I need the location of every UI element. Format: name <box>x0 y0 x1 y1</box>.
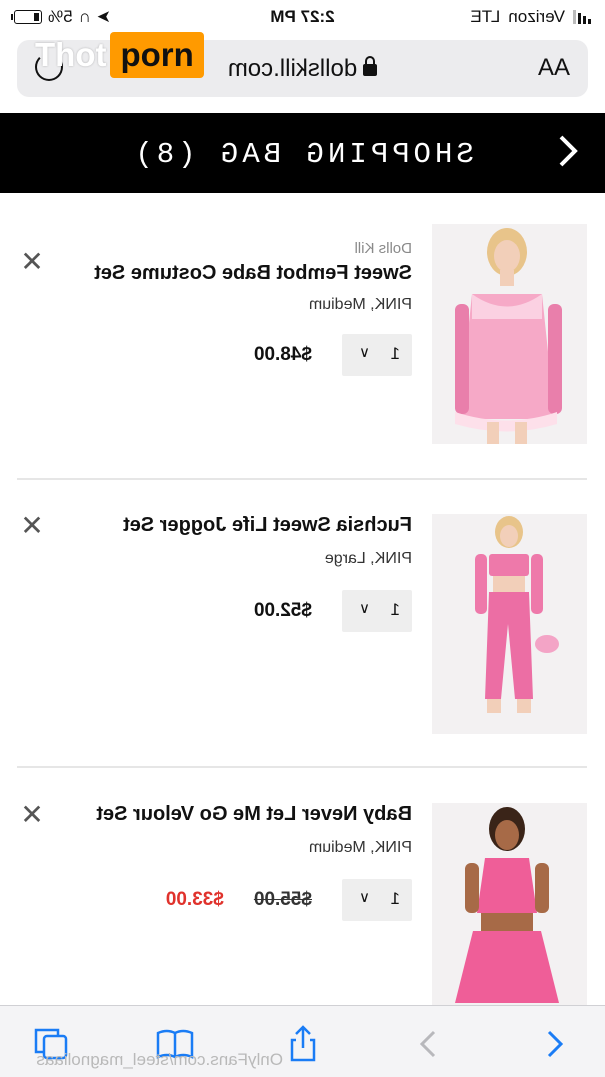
product-image[interactable] <box>432 803 587 1005</box>
product-image[interactable] <box>432 514 587 734</box>
item-name[interactable]: Fuchsia Sweet Life Jogger Set <box>123 514 412 537</box>
item-variant: PINK, Medium <box>308 839 412 856</box>
quantity-select[interactable]: 1 ∨ <box>342 334 412 376</box>
item-name[interactable]: Baby Never Let Me Go Velour Set <box>96 803 412 826</box>
chevron-right-icon <box>419 1030 436 1058</box>
chevron-down-icon: ∨ <box>359 889 370 906</box>
divider <box>17 478 587 480</box>
remove-item-button[interactable]: ✕ <box>17 799 47 831</box>
quantity-select[interactable]: 1 ∨ <box>342 590 412 632</box>
item-details: Dolls Kill Sweet Fembot Babe Costume Set… <box>17 224 412 454</box>
divider <box>17 766 587 768</box>
item-details: Baby Never Let Me Go Velour Set PINK, Me… <box>17 799 412 1033</box>
product-image[interactable] <box>432 224 587 444</box>
chevron-down-icon: ∨ <box>359 344 370 361</box>
location-icon: ➤ <box>96 7 112 26</box>
onlyfans-watermark: OnlyFans.com/steel_magnoliaas <box>36 1050 283 1069</box>
forward-nav-button[interactable] <box>410 1024 450 1064</box>
item-price: $52.00 <box>253 600 312 621</box>
logo-text-orange: porn <box>110 32 204 78</box>
mirrored-screen: Verizon LTE 2:27 PM ➤ ∩ 5% AA dollskill.… <box>0 0 605 1077</box>
logo-text-white: Thot <box>35 36 107 73</box>
sale-price: $33.00 <box>165 889 224 910</box>
item-price-group: $55.00 $33.00 <box>166 889 312 911</box>
item-name[interactable]: Sweet Fembot Babe Costume Set <box>94 262 412 285</box>
close-icon: ✕ <box>20 246 44 277</box>
item-variant: PINK, Large <box>324 550 412 567</box>
cart-item: Dolls Kill Sweet Fembot Babe Costume Set… <box>17 224 587 474</box>
quantity-value: 1 <box>390 889 400 908</box>
original-price: $55.00 <box>253 889 312 910</box>
close-icon: ✕ <box>20 799 44 830</box>
chevron-left-icon <box>547 1030 564 1058</box>
battery-icon <box>14 10 42 24</box>
item-details: Fuchsia Sweet Life Jogger Set PINK, Larg… <box>17 510 412 744</box>
back-nav-button[interactable] <box>533 1024 573 1064</box>
lock-icon <box>363 63 378 76</box>
page-title: SHOPPING BAG (8) <box>131 138 474 171</box>
item-price: $48.00 <box>253 344 312 365</box>
status-right: ➤ ∩ 5% <box>14 7 111 27</box>
status-bar: Verizon LTE 2:27 PM ➤ ∩ 5% <box>0 0 605 34</box>
quantity-select[interactable]: 1 ∨ <box>342 879 412 921</box>
page-header: SHOPPING BAG (8) <box>0 113 605 193</box>
item-brand: Dolls Kill <box>354 240 412 257</box>
remove-item-button[interactable]: ✕ <box>17 246 47 278</box>
chevron-down-icon: ∨ <box>359 600 370 617</box>
domain-text: dollskill.com <box>227 55 358 82</box>
cart-item: Fuchsia Sweet Life Jogger Set PINK, Larg… <box>17 510 587 764</box>
share-icon <box>290 1025 316 1062</box>
headphones-icon: ∩ <box>78 7 91 26</box>
quantity-value: 1 <box>390 600 400 619</box>
thotporn-logo-watermark: Thot porn <box>35 30 204 80</box>
share-button[interactable] <box>283 1024 323 1064</box>
item-variant: PINK, Medium <box>308 296 412 313</box>
battery-percent: 5% <box>48 7 73 26</box>
quantity-value: 1 <box>390 344 400 363</box>
remove-item-button[interactable]: ✕ <box>17 510 47 542</box>
close-icon: ✕ <box>20 510 44 541</box>
